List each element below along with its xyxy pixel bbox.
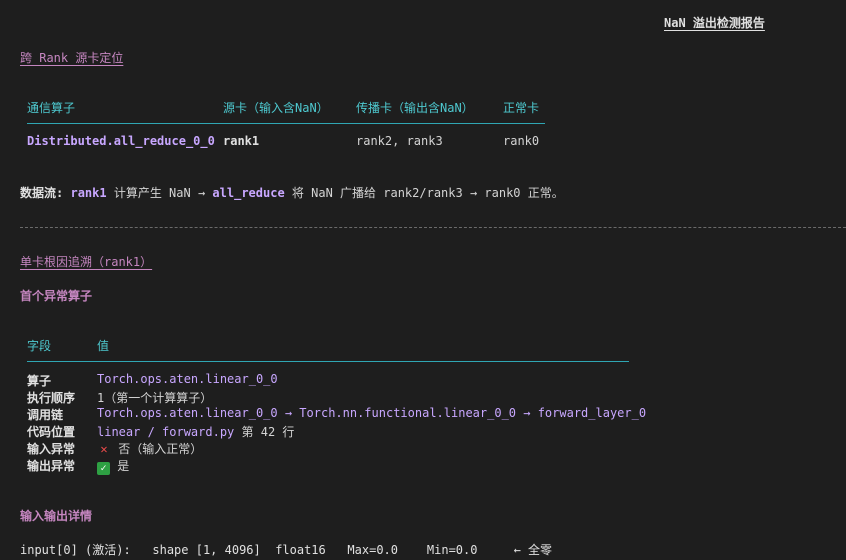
table-header-normal: 正常卡 bbox=[503, 101, 540, 115]
field-label-order: 执行顺序 bbox=[27, 391, 76, 405]
field-label-callchain: 调用链 bbox=[27, 408, 64, 422]
field-value-op: Torch.ops.aten.linear_0_0 bbox=[97, 372, 278, 386]
dataflow-rank: rank1 bbox=[70, 186, 107, 200]
subheading-first-abnormal-op: 首个异常算子 bbox=[20, 289, 93, 303]
section-heading-root-cause[interactable]: 单卡根因追溯（rank1） bbox=[20, 253, 152, 270]
section-heading-cross-rank[interactable]: 跨 Rank 源卡定位 bbox=[20, 49, 123, 66]
field-label-location: 代码位置 bbox=[27, 425, 76, 439]
table-cell-source: rank1 bbox=[223, 134, 260, 148]
report-title[interactable]: NaN 溢出检测报告 bbox=[664, 14, 765, 31]
field-value-order: 1（第一个计算算子） bbox=[97, 391, 213, 405]
check-icon: ✓ bbox=[97, 462, 110, 475]
table-header-value: 值 bbox=[97, 339, 110, 353]
dataflow-line: 数据流: rank1 计算产生 NaN → all_reduce 将 NaN 广… bbox=[20, 184, 564, 201]
field-label-op: 算子 bbox=[27, 374, 52, 388]
field-value-output-abnormal: ✓ 是 bbox=[97, 457, 129, 475]
field-label-input-abnormal: 输入异常 bbox=[27, 442, 76, 456]
output-abnormal-text: 是 bbox=[117, 459, 130, 473]
input-abnormal-text: 否（输入正常） bbox=[118, 442, 203, 456]
section-divider bbox=[20, 227, 846, 228]
io-input-line: input[0] (激活): shape [1, 4096] float16 M… bbox=[20, 543, 553, 557]
cross-icon: ✕ bbox=[100, 442, 108, 456]
field-value-location: linear / forward.py 第 42 行 bbox=[97, 423, 294, 440]
dataflow-mid2: 将 NaN 广播给 rank2/rank3 → rank0 正常。 bbox=[291, 186, 564, 200]
table-cell-propagate: rank2, rank3 bbox=[356, 134, 443, 148]
table-header-propagate: 传播卡（输出含NaN） bbox=[356, 101, 474, 115]
table-cell-normal: rank0 bbox=[503, 134, 540, 148]
field-label-output-abnormal: 输出异常 bbox=[27, 459, 76, 473]
table-cell-op: Distributed.all_reduce_0_0 bbox=[27, 134, 215, 148]
table-header-op: 通信算子 bbox=[27, 101, 76, 115]
field-value-input-abnormal: ✕ 否（输入正常） bbox=[97, 440, 202, 457]
table-rule-2 bbox=[27, 361, 629, 362]
location-path: linear / forward.py bbox=[97, 425, 235, 439]
location-line: 第 42 行 bbox=[241, 425, 295, 439]
io-details-heading: 输入输出详情 bbox=[20, 509, 93, 523]
field-value-callchain: Torch.ops.aten.linear_0_0 → Torch.nn.fun… bbox=[97, 406, 647, 420]
table-header-source: 源卡（输入含NaN） bbox=[223, 101, 329, 115]
table-rule bbox=[27, 123, 545, 124]
dataflow-mid1: 计算产生 NaN → bbox=[113, 186, 206, 200]
dataflow-prefix: 数据流: bbox=[20, 186, 64, 200]
dataflow-op: all_reduce bbox=[212, 186, 285, 200]
table-header-field: 字段 bbox=[27, 339, 52, 353]
